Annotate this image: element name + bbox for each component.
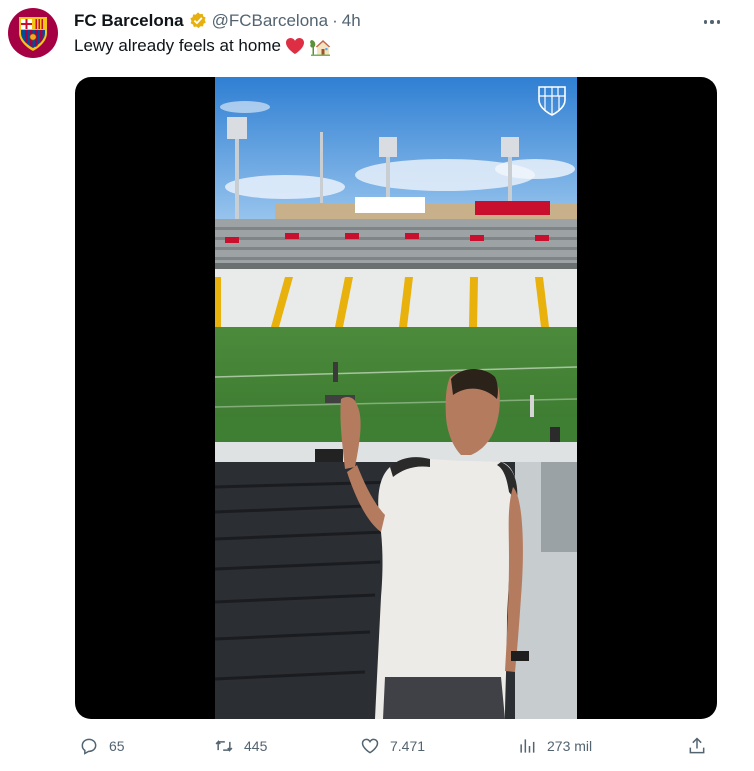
- author-handle[interactable]: @FCBarcelona: [212, 11, 328, 31]
- retweet-icon: [215, 740, 233, 752]
- video-frame[interactable]: [215, 77, 577, 719]
- like-button[interactable]: 7.471: [360, 728, 425, 764]
- video-player[interactable]: [75, 77, 717, 719]
- author-name[interactable]: FC Barcelona: [74, 11, 184, 31]
- more-dot-icon: [716, 20, 721, 24]
- red-heart-icon: [285, 38, 304, 54]
- separator-dot: ·: [332, 11, 338, 30]
- tweet-text: Lewy already feels at home: [74, 36, 331, 56]
- share-button[interactable]: [687, 728, 707, 764]
- tweet-text-content: Lewy already feels at home: [74, 36, 281, 55]
- reply-count: 65: [109, 738, 125, 754]
- fc-barcelona-crest-icon: [19, 17, 47, 51]
- views-button[interactable]: 273 mil: [517, 728, 592, 764]
- video-still: [215, 77, 577, 719]
- gold-verified-badge-icon[interactable]: [188, 11, 208, 31]
- more-dot-icon: [703, 20, 708, 24]
- more-options-button[interactable]: [700, 10, 724, 34]
- retweet-button[interactable]: 445: [214, 728, 267, 764]
- views-count: 273 mil: [547, 738, 593, 754]
- avatar[interactable]: [8, 8, 58, 58]
- like-count: 7.471: [390, 738, 426, 754]
- reply-button[interactable]: 65: [79, 728, 125, 764]
- retweet-count: 445: [244, 738, 268, 754]
- house-with-garden-icon: [310, 40, 331, 56]
- reply-icon: [81, 738, 97, 755]
- heart-icon: [361, 738, 379, 754]
- timestamp[interactable]: 4h: [342, 11, 361, 31]
- views-chart-icon: [520, 739, 535, 753]
- tweet-header: FC Barcelona @FCBarcelona · 4h: [74, 9, 361, 33]
- share-icon: [689, 737, 705, 754]
- tweet-actions: 65 445 7.471 273 mil: [75, 728, 717, 764]
- tweet-card[interactable]: FC Barcelona @FCBarcelona · 4h Lewy alre…: [0, 0, 754, 771]
- more-dot-icon: [710, 20, 714, 24]
